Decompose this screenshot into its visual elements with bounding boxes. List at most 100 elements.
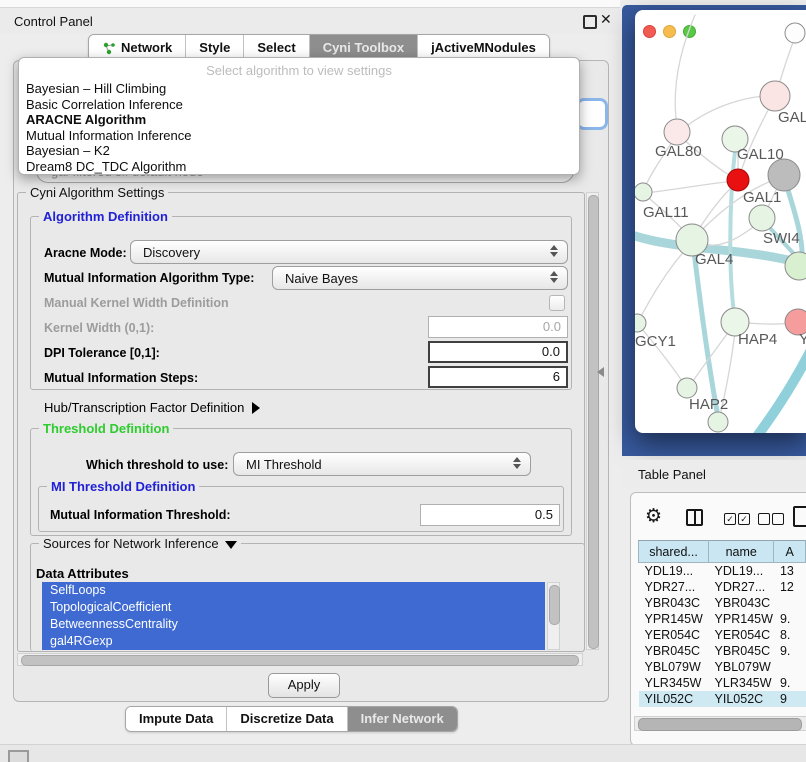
- table-row[interactable]: YBR043CYBR043C: [639, 595, 806, 611]
- group-title: Algorithm Definition: [39, 209, 172, 224]
- table-cell: YPR145W: [639, 611, 709, 627]
- settings-horizontal-scrollbar: [17, 653, 583, 666]
- tab-impute-data[interactable]: Impute Data: [126, 707, 227, 731]
- which-threshold-select[interactable]: MI Threshold: [233, 452, 531, 476]
- network-edge[interactable]: [636, 322, 686, 387]
- kernel-width-field[interactable]: 0.0: [428, 316, 568, 338]
- network-window[interactable]: GALGAL80GAL10GAL1GAL11SWI4GAL4GCY1HAP4YH…: [635, 10, 806, 433]
- divider: [694, 511, 696, 524]
- network-edge[interactable]: [675, 15, 695, 132]
- export-table-icon[interactable]: [793, 506, 806, 527]
- algorithm-option[interactable]: Basic Correlation Inference: [19, 97, 579, 113]
- attribute-item[interactable]: BetweennessCentrality: [42, 616, 545, 633]
- table-cell: 9.: [774, 675, 806, 691]
- algorithm-list: Bayesian – Hill ClimbingBasic Correlatio…: [19, 81, 579, 174]
- algorithm-option[interactable]: Dream8 DC_TDC Algorithm: [19, 159, 579, 175]
- deselect-checkbox-icon[interactable]: [758, 513, 770, 525]
- table-cell: YPR145W: [709, 611, 774, 627]
- table-header-row: shared...nameA: [639, 541, 806, 563]
- network-edge[interactable]: [678, 96, 775, 133]
- network-node[interactable]: [708, 412, 728, 432]
- node-label: GCY1: [635, 333, 676, 350]
- table-cell: [774, 595, 806, 611]
- table-row[interactable]: YPR145WYPR145W9.: [639, 611, 806, 627]
- tab-infer-network[interactable]: Infer Network: [348, 707, 457, 731]
- dropdown-placeholder: Select algorithm to view settings: [19, 58, 579, 81]
- attributes-scrollbar: [547, 582, 560, 650]
- algorithm-option[interactable]: Bayesian – Hill Climbing: [19, 81, 579, 97]
- mi-threshold-label: Mutual Information Threshold:: [50, 508, 231, 522]
- network-node[interactable]: [677, 378, 697, 398]
- network-node[interactable]: [785, 23, 805, 43]
- data-attributes-list: SelfLoopsTopologicalCoefficientBetweenne…: [42, 582, 545, 650]
- network-node[interactable]: [727, 169, 749, 191]
- column-layout-icon[interactable]: [686, 509, 703, 526]
- mi-type-label: Mutual Information Algorithm Type:: [44, 271, 254, 285]
- apply-button[interactable]: Apply: [268, 673, 340, 698]
- table-cell: YER054C: [709, 627, 774, 643]
- network-edge[interactable]: [638, 244, 691, 322]
- spinner-arrows-icon: [550, 271, 558, 283]
- aracne-mode-select[interactable]: Discovery: [130, 240, 568, 264]
- which-threshold-label: Which threshold to use:: [86, 458, 228, 472]
- network-node[interactable]: [760, 81, 790, 111]
- table-row[interactable]: YER054CYER054C8.: [639, 627, 806, 643]
- dpi-tolerance-field[interactable]: 0.0: [428, 341, 568, 363]
- network-node[interactable]: [635, 314, 646, 332]
- sources-toggle[interactable]: Sources for Network Inference: [39, 536, 241, 551]
- node-label: GAL4: [695, 251, 733, 268]
- scrollbar-thumb[interactable]: [638, 718, 802, 731]
- hub-definition-toggle[interactable]: Hub/Transcription Factor Definition: [44, 400, 260, 415]
- table-row[interactable]: YBR045CYBR045C9.: [639, 643, 806, 659]
- algorithm-option[interactable]: Bayesian – K2: [19, 143, 579, 159]
- column-header[interactable]: A: [774, 541, 806, 563]
- scrollbar-thumb[interactable]: [549, 585, 560, 625]
- attribute-item[interactable]: TopologicalCoefficient: [42, 599, 545, 616]
- attribute-item[interactable]: SelfLoops: [42, 582, 545, 599]
- network-edge[interactable]: [730, 141, 736, 321]
- table-row[interactable]: YDR27...YDR27...12: [639, 579, 806, 595]
- algorithm-combo-focus-ring[interactable]: [576, 98, 608, 130]
- collapsed-arrow-icon: [252, 402, 260, 414]
- mi-threshold-field[interactable]: 0.5: [420, 504, 560, 526]
- scrollbar-thumb[interactable]: [21, 655, 579, 666]
- panel-corner-icon[interactable]: [8, 750, 29, 762]
- close-icon[interactable]: ✕: [600, 11, 612, 28]
- network-node[interactable]: [768, 159, 800, 191]
- tab-discretize-data[interactable]: Discretize Data: [227, 707, 347, 731]
- float-window-icon[interactable]: [583, 15, 597, 29]
- network-node[interactable]: [749, 205, 775, 231]
- network-edge[interactable]: [644, 181, 736, 193]
- column-header[interactable]: shared...: [639, 541, 709, 563]
- scrollbar-thumb[interactable]: [588, 195, 599, 649]
- network-node[interactable]: [664, 119, 690, 145]
- table-row[interactable]: YIL052CYIL052C9: [639, 691, 806, 707]
- mi-steps-label: Mutual Information Steps:: [44, 371, 198, 385]
- table-panel-titlebar: Table Panel: [622, 460, 806, 488]
- screen: Control Panel ✕ Network Style Select Cyn…: [0, 0, 806, 762]
- table-row[interactable]: YDL19...YDL19...13: [639, 563, 806, 580]
- mi-algorithm-type-select[interactable]: Naive Bayes: [272, 266, 568, 290]
- network-svg[interactable]: GALGAL80GAL10GAL1GAL11SWI4GAL4GCY1HAP4YH…: [635, 10, 806, 433]
- table-row[interactable]: YBL079WYBL079W: [639, 659, 806, 675]
- table-settings-gear-icon[interactable]: ⚙: [645, 505, 662, 528]
- algorithm-option[interactable]: ARACNE Algorithm: [19, 112, 579, 128]
- data-attributes-label: Data Attributes: [36, 566, 129, 581]
- table-row[interactable]: YLR345WYLR345W9.: [639, 675, 806, 691]
- column-header[interactable]: name: [709, 541, 774, 563]
- selected-value: Naive Bayes: [285, 271, 358, 286]
- network-edge[interactable]: [747, 348, 806, 433]
- table-cell: 8.: [774, 627, 806, 643]
- mi-steps-field[interactable]: 6: [428, 366, 568, 388]
- select-all-checkbox-icon[interactable]: ✓: [738, 513, 750, 525]
- split-pane-handle-icon[interactable]: [597, 367, 604, 377]
- manual-kernel-checkbox[interactable]: [549, 295, 565, 311]
- select-all-checkbox-icon[interactable]: ✓: [724, 513, 736, 525]
- network-node[interactable]: [635, 183, 652, 201]
- attribute-item[interactable]: gal4RGexp: [42, 633, 545, 650]
- table-cell: YDL19...: [709, 563, 774, 580]
- algorithm-option[interactable]: Mutual Information Inference: [19, 128, 579, 144]
- network-icon: [102, 42, 116, 55]
- deselect-checkbox-icon[interactable]: [772, 513, 784, 525]
- tab-label: Infer Network: [361, 708, 444, 730]
